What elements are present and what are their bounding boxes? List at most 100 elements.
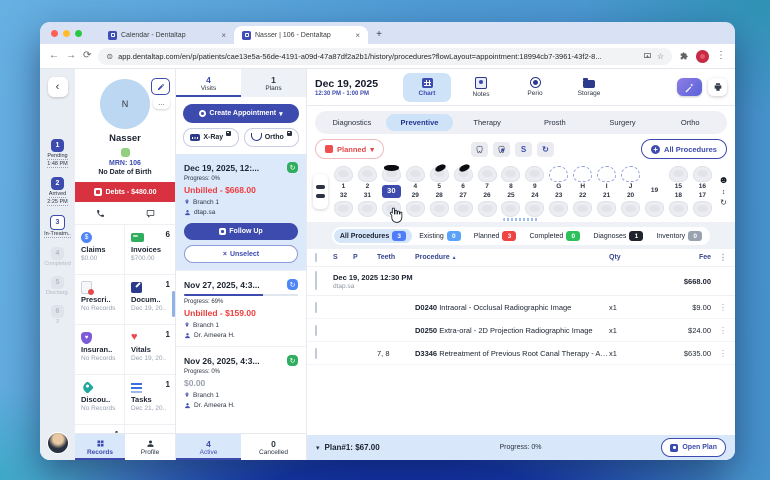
step-completed[interactable]: 4 Completed: [44, 247, 71, 267]
patient-avatar[interactable]: N: [100, 79, 150, 129]
lower-tooth-icon[interactable]: [692, 201, 712, 217]
lower-tooth-icon[interactable]: [405, 201, 425, 217]
tooth-column[interactable]: 16 17: [692, 166, 713, 217]
step-six[interactable]: 6 3: [50, 305, 64, 325]
lower-tooth-icon[interactable]: [357, 201, 377, 217]
tooth-column[interactable]: J 20: [620, 166, 641, 217]
upper-tooth-icon[interactable]: [621, 166, 641, 182]
card-invoices[interactable]: 6 Invoices $700.00: [125, 225, 175, 275]
browser-tab-patient[interactable]: Nasser | 106 - Dentaltap ×: [234, 26, 368, 44]
tooth-column[interactable]: 15 18: [668, 166, 689, 217]
back-icon[interactable]: ←: [49, 51, 59, 61]
row-checkbox[interactable]: [315, 324, 317, 336]
lower-jaw-icon[interactable]: [316, 194, 325, 198]
plan-summary[interactable]: ▾ Plan#1: $67.00: [316, 443, 380, 452]
chip-inventory[interactable]: Inventory 0: [650, 229, 708, 243]
tooth-column[interactable]: I 21: [596, 166, 617, 217]
appointment-card[interactable]: Nov 26, 2025, 4:3... ↻ Progress: 0% $0.0…: [176, 346, 306, 416]
upper-tooth-icon[interactable]: [453, 166, 473, 182]
step-discharged[interactable]: 5 Discharg.: [46, 276, 69, 296]
close-tab-icon[interactable]: ×: [355, 31, 360, 40]
tooth-column[interactable]: 4 29: [405, 166, 426, 217]
new-tab-button[interactable]: +: [372, 28, 386, 42]
card-overflow[interactable]: [125, 425, 175, 433]
tab-perio[interactable]: Perio: [511, 73, 559, 102]
column-provider[interactable]: P: [353, 254, 377, 261]
lower-tooth-icon[interactable]: [429, 201, 449, 217]
upper-tooth-icon[interactable]: [429, 166, 449, 182]
upper-tooth-icon[interactable]: [477, 166, 497, 182]
column-procedure[interactable]: Procedure ▲: [415, 254, 609, 261]
row-menu-icon[interactable]: ⋮: [711, 326, 727, 335]
back-button[interactable]: ‹: [47, 77, 68, 97]
group-checkbox[interactable]: [315, 271, 317, 290]
xray-button[interactable]: X-Ray: [183, 128, 239, 147]
upper-tooth-icon[interactable]: [405, 166, 425, 182]
appointment-group-row[interactable]: Dec 19, 2025 12:30 PM dtap.sa $668.00: [307, 267, 735, 296]
create-appointment-button[interactable]: Create Appointment ▾: [183, 104, 299, 123]
tab-profile[interactable]: Profile: [125, 434, 175, 460]
appointment-card-selected[interactable]: Dec 19, 2025, 12:... ↻ Progress: 0% Unbi…: [176, 154, 306, 270]
chip-planned[interactable]: Planned 3: [468, 229, 523, 243]
site-info-icon[interactable]: ⊜: [106, 52, 113, 61]
reload-icon[interactable]: ⟳: [83, 51, 91, 61]
unselect-button[interactable]: × Unselect: [184, 245, 298, 263]
category-prosth[interactable]: Prosth: [521, 114, 589, 131]
tooth-column-selected[interactable]: 30: [381, 165, 403, 223]
close-window-button[interactable]: [51, 30, 58, 37]
upper-tooth-icon[interactable]: [357, 166, 377, 182]
resize-vertical-icon[interactable]: ↕: [722, 189, 726, 196]
lower-tooth-icon[interactable]: [501, 201, 521, 217]
table-row[interactable]: D0250 Extra-oral - 2D Projection Radiogr…: [307, 319, 735, 342]
scrollbar[interactable]: [172, 291, 175, 317]
tooth-column[interactable]: 1 32: [333, 166, 354, 217]
call-button[interactable]: [75, 202, 125, 224]
sync-icon[interactable]: ↻: [287, 162, 298, 173]
tab-records[interactable]: Records: [75, 434, 125, 460]
upper-tooth-icon[interactable]: [501, 166, 521, 182]
upper-tooth-icon[interactable]: [668, 166, 688, 182]
step-in-treatment[interactable]: 3 In-Treatm..: [44, 215, 71, 238]
bookmark-star-icon[interactable]: ☆: [657, 52, 664, 61]
tooth-view-button[interactable]: [471, 141, 488, 157]
card-prescriptions[interactable]: Prescri.. No Records: [75, 275, 125, 325]
tab-chart[interactable]: Chart: [403, 72, 451, 102]
column-qty[interactable]: Qty: [609, 254, 655, 261]
tooth-column[interactable]: 8 25: [500, 166, 521, 217]
column-teeth[interactable]: Teeth: [377, 254, 415, 261]
upper-tooth-icon[interactable]: [381, 165, 401, 182]
open-plan-button[interactable]: Open Plan: [661, 438, 726, 457]
browser-tab-calendar[interactable]: Calendar - Dentaltap ×: [100, 26, 234, 44]
maximize-window-button[interactable]: [75, 30, 82, 37]
minimize-window-button[interactable]: [63, 30, 70, 37]
planned-filter-button[interactable]: Planned ▾: [315, 139, 384, 159]
edit-patient-button[interactable]: [151, 78, 170, 95]
tooth-edit-button[interactable]: [493, 141, 510, 157]
upper-tooth-icon[interactable]: [692, 166, 712, 182]
debts-banner[interactable]: Debts - $480.00: [75, 182, 175, 202]
table-options-icon[interactable]: ⋮: [711, 253, 727, 262]
card-tasks[interactable]: 1 Tasks Dec 21, 20..: [125, 375, 175, 425]
lower-tooth-icon[interactable]: [549, 201, 569, 217]
tab-notes[interactable]: Notes: [457, 73, 505, 102]
ortho-button[interactable]: Ortho: [243, 128, 299, 147]
select-all-checkbox[interactable]: [315, 253, 317, 262]
card-documents[interactable]: 1 Docum.. Dec 19, 20..: [125, 275, 175, 325]
sync-icon[interactable]: ↻: [287, 279, 298, 290]
patient-more-button[interactable]: …: [153, 97, 170, 109]
browser-menu-icon[interactable]: ⋮: [716, 51, 726, 61]
row-checkbox[interactable]: [315, 347, 317, 359]
category-surgery[interactable]: Surgery: [589, 114, 657, 131]
install-icon[interactable]: [643, 52, 652, 61]
tab-cancelled-appointments[interactable]: 0 Cancelled: [241, 434, 306, 460]
tooth-column[interactable]: 7 26: [477, 166, 498, 217]
row-menu-icon[interactable]: ⋮: [711, 303, 727, 312]
horizontal-scrollbar[interactable]: [503, 218, 539, 221]
close-tab-icon[interactable]: ×: [221, 31, 226, 40]
all-procedures-button[interactable]: + All Procedures: [641, 139, 727, 159]
tooth-column[interactable]: 2 31: [357, 166, 378, 217]
chip-existing[interactable]: Existing 0: [413, 229, 467, 243]
upper-tooth-icon[interactable]: [573, 166, 593, 182]
lower-tooth-icon[interactable]: [477, 201, 497, 217]
row-menu-icon[interactable]: ⋮: [711, 349, 727, 358]
